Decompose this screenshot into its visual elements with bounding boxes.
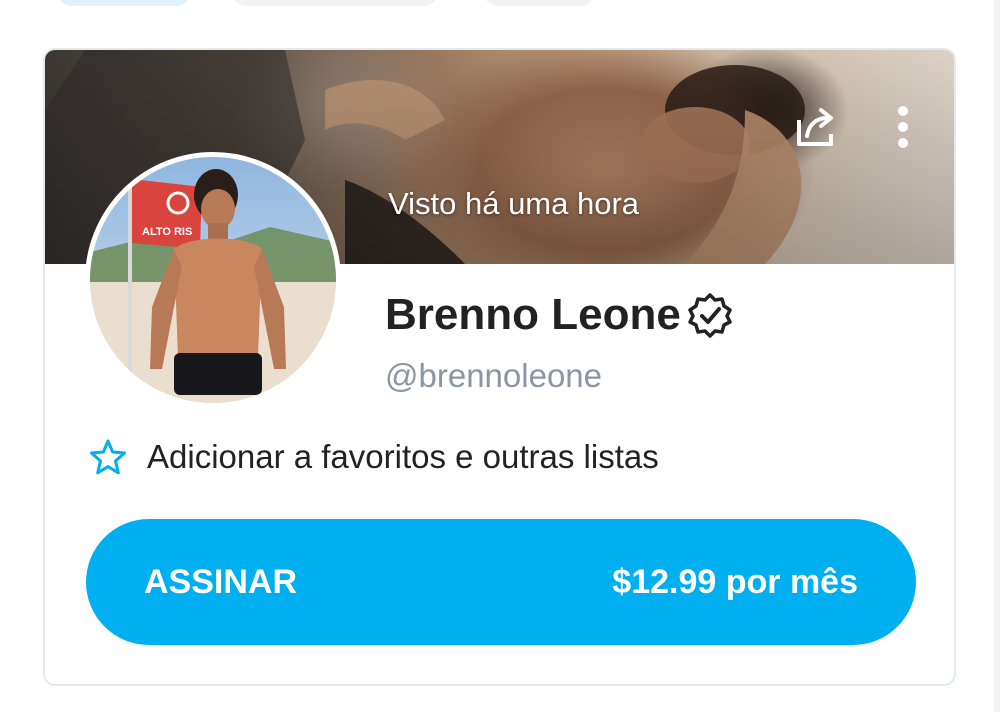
subscribe-price: $12.99 por mês (612, 562, 858, 601)
share-icon (797, 108, 833, 146)
profile-card: Visto há uma hora ALTO RIS Brenno Leone … (43, 48, 956, 686)
star-outline-icon (90, 439, 126, 475)
profile-handle[interactable]: @brennoleone (385, 357, 602, 395)
scrollbar-track (994, 0, 1000, 712)
last-seen-label: Visto há uma hora (388, 186, 640, 221)
subscribe-label: ASSINAR (144, 562, 298, 601)
avatar[interactable]: ALTO RIS (85, 152, 341, 408)
share-button[interactable] (789, 100, 843, 154)
verified-badge-icon (688, 293, 732, 338)
more-vertical-icon (898, 106, 908, 148)
profile-name-text: Brenno Leone (385, 290, 681, 339)
flag-text: ALTO RIS (142, 226, 192, 238)
favorites-label: Adicionar a favoritos e outras listas (147, 438, 659, 475)
profile-name[interactable]: Brenno Leone (385, 290, 733, 340)
filter-pill-3[interactable] (484, 0, 594, 6)
subscribe-button[interactable]: ASSINAR $12.99 por mês (86, 519, 916, 645)
avatar-photo: ALTO RIS (90, 169, 336, 403)
add-to-favorites-button[interactable]: Adicionar a favoritos e outras listas (89, 438, 659, 476)
more-options-button[interactable] (887, 100, 919, 154)
filter-pill-2[interactable] (232, 0, 438, 6)
filter-pill-1[interactable] (58, 0, 190, 6)
